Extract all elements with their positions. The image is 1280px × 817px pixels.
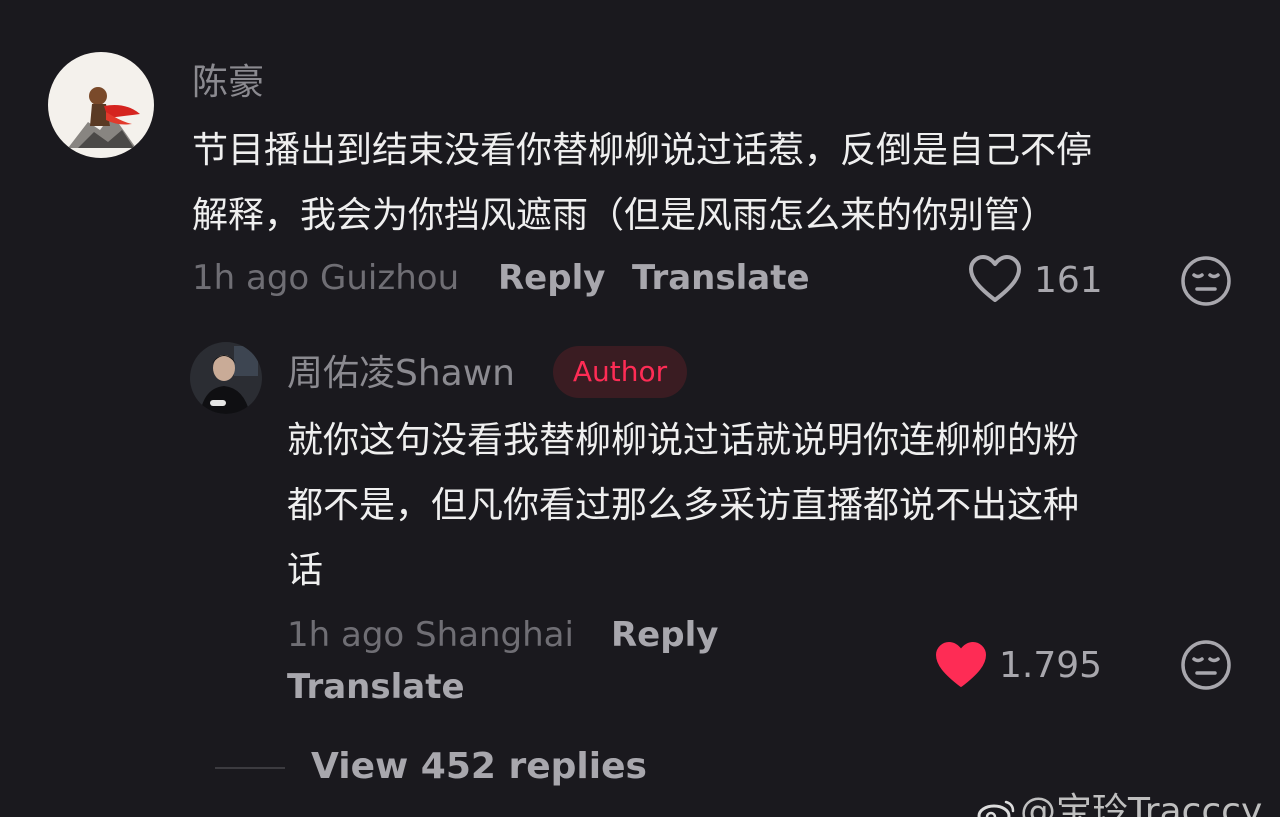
watermark-text: @宝玲Tracccy xyxy=(1020,791,1263,817)
reply-like-count: 1.795 xyxy=(999,645,1103,686)
comment-meta: 1h ago Guizhou xyxy=(192,261,459,295)
meh-face-icon xyxy=(1181,640,1231,690)
commenter-avatar-image xyxy=(48,52,154,158)
weibo-logo-icon xyxy=(976,798,1016,817)
reply-like-button[interactable] xyxy=(934,640,988,690)
comment-location: Guizhou xyxy=(320,258,460,298)
heart-filled-icon xyxy=(936,642,986,687)
comment-like-button[interactable] xyxy=(968,254,1022,304)
reply-text: 就你这句没看我替柳柳说过话就说明你连柳柳的粉 都不是，但凡你看过那么多采访直播都… xyxy=(287,408,1079,603)
reply-meta: 1h ago Shanghai xyxy=(287,618,574,652)
comment-text-line: 解释，我会为你挡风遮雨（但是风雨怎么来的你别管） xyxy=(192,195,1057,236)
reply-dislike-button[interactable] xyxy=(1180,639,1232,691)
heart-outline-icon xyxy=(969,255,1021,302)
comment-dislike-button[interactable] xyxy=(1180,255,1232,307)
commenter-avatar[interactable] xyxy=(48,52,154,158)
reply-text-line: 都不是，但凡你看过那么多采访直播都说不出这种 xyxy=(287,485,1080,526)
comment-thread: 陈豪 节目播出到结束没看你替柳柳说过话惹，反倒是自己不停 解释，我会为你挡风遮雨… xyxy=(0,0,1280,817)
comment-like-count: 161 xyxy=(1034,260,1103,301)
reply-author-avatar[interactable] xyxy=(190,342,262,414)
author-badge: Author xyxy=(553,346,687,398)
reply-reply-button[interactable]: Reply xyxy=(611,618,718,652)
commenter-username[interactable]: 陈豪 xyxy=(192,65,264,101)
comment-time: 1h ago xyxy=(192,258,310,298)
reply-text-line: 话 xyxy=(287,550,324,591)
view-replies-button[interactable]: View 452 replies xyxy=(311,749,647,785)
reply-translate-button[interactable]: Translate xyxy=(287,670,465,704)
meh-face-icon xyxy=(1181,256,1231,306)
reply-location: Shanghai xyxy=(415,615,574,655)
view-replies-divider xyxy=(215,767,285,769)
comment-text: 节目播出到结束没看你替柳柳说过话惹，反倒是自己不停 解释，我会为你挡风遮雨（但是… xyxy=(192,118,1092,248)
comment-reply-button[interactable]: Reply xyxy=(498,261,605,295)
comment-translate-button[interactable]: Translate xyxy=(632,261,810,295)
reply-text-line: 就你这句没看我替柳柳说过话就说明你连柳柳的粉 xyxy=(287,420,1080,461)
reply-time: 1h ago xyxy=(287,615,405,655)
reply-author-username[interactable]: 周佑凌Shawn xyxy=(287,356,515,392)
reply-author-avatar-image xyxy=(190,342,262,414)
comment-text-line: 节目播出到结束没看你替柳柳说过话惹，反倒是自己不停 xyxy=(192,130,1093,171)
